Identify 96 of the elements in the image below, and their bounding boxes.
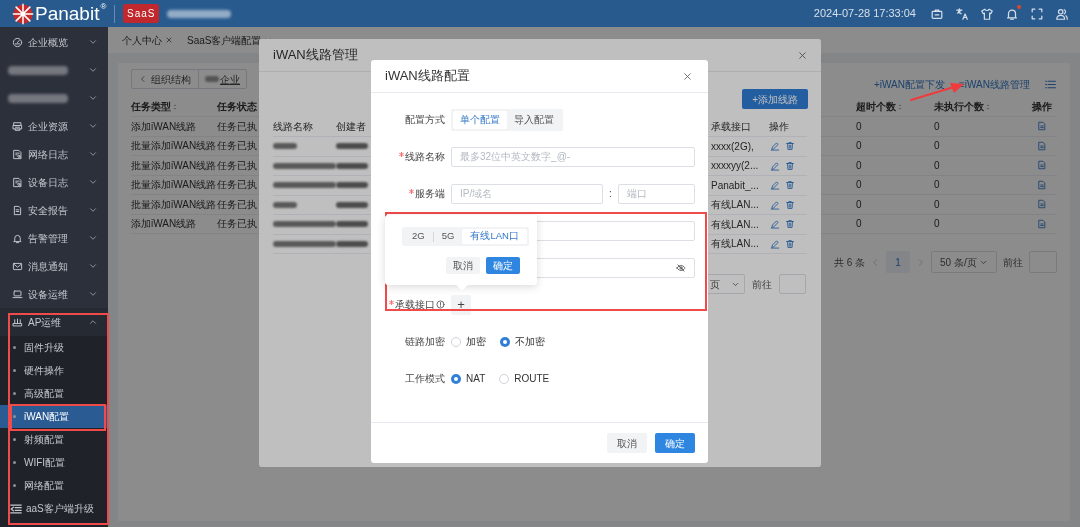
table-cell-text: 0 <box>856 119 863 134</box>
table-cell-text: 0 <box>856 178 863 193</box>
segmented-control[interactable]: 单个配置 导入配置 <box>451 108 563 131</box>
submenu-item[interactable]: 射频配置 <box>24 432 64 447</box>
date-time: 2024-07-28 17:33:04 <box>813 6 916 22</box>
radio-option[interactable]: 加密 <box>451 334 486 349</box>
sidebar-item[interactable]: 设备日志 <box>0 168 108 196</box>
radio-option[interactable]: ROUTE <box>499 371 550 386</box>
back-button[interactable]: 组织结构 <box>132 70 199 88</box>
column-header: 承载接口 <box>711 121 751 132</box>
submenu-item[interactable]: WIFI配置 <box>24 455 66 470</box>
table-cell-text: 0 <box>934 158 941 173</box>
segment-option[interactable]: 5G <box>433 229 463 244</box>
field-label: 配置方式 <box>405 113 445 127</box>
confirm-button[interactable]: 确定 <box>486 257 520 274</box>
cancel-button[interactable]: 取消 <box>607 433 647 453</box>
column-header: 超时个数 <box>856 100 896 114</box>
goto-label: 前往 <box>752 277 772 292</box>
column-header: 操作 <box>769 121 789 132</box>
table-cell-text: 0 <box>856 139 863 154</box>
tab[interactable]: SaaS客户端配置 <box>187 32 273 48</box>
table-cell-text: 0 <box>856 158 863 173</box>
table-cell-text: 0 <box>856 217 863 232</box>
port-input[interactable]: 端口 <box>618 183 695 204</box>
host-input[interactable]: IP/域名 <box>451 183 603 204</box>
sidebar-item[interactable]: 告警管理 <box>0 224 108 252</box>
sidebar-item[interactable]: 安全报告 <box>0 196 108 224</box>
goto-label: 前往 <box>1003 255 1023 270</box>
table-cell-text: 批量添加iWAN线路 <box>131 158 217 173</box>
field-label: 工作模式 <box>405 372 445 386</box>
column-header: 操作 <box>1032 100 1052 114</box>
submenu-item[interactable]: 高级配置 <box>24 386 64 401</box>
table-cell-text: 任务已执 <box>217 119 257 134</box>
logo-text: Panabit <box>35 4 100 23</box>
dialog-title: iWAN线路管理 <box>273 46 358 65</box>
table-cell-text: 有线LAN... <box>711 198 760 213</box>
table-cell-text: 任务已执 <box>217 158 257 173</box>
field-label: 服务端 <box>415 187 445 201</box>
submenu-item[interactable]: 网络配置 <box>24 478 64 493</box>
cancel-button[interactable]: 取消 <box>446 257 480 274</box>
segment-option[interactable]: 有线LAN口 <box>462 229 527 244</box>
sidebar-item[interactable]: 设备运维 <box>0 280 108 308</box>
saas-badge: SaaS <box>123 4 160 23</box>
sidebar-item[interactable]: 网络日志 <box>0 140 108 168</box>
breadcrumb-current: 企业 <box>220 72 240 87</box>
submenu-item[interactable]: aaS客户端升级 <box>26 501 94 516</box>
column-header: 未执行个数 <box>934 100 984 114</box>
table-cell-text: Panabit_... <box>711 178 760 193</box>
submenu-item[interactable]: 硬件操作 <box>24 363 64 378</box>
add-line-button[interactable]: +添加线路 <box>742 89 808 109</box>
segmented-control[interactable]: 2G 5G 有线LAN口 <box>402 227 529 246</box>
table-cell-text: 添加iWAN线路 <box>131 119 198 134</box>
column-header: 线路名称 <box>273 121 313 132</box>
field-label: 线路名称 <box>405 150 445 164</box>
table-cell-text: xxxxyy(2... <box>711 159 760 174</box>
sidebar-item[interactable]: AP运维 <box>0 308 108 336</box>
sidebar-item[interactable]: 消息通知 <box>0 252 108 280</box>
column-header: 任务状态 <box>217 100 257 114</box>
field-label: 承载接口 <box>395 298 435 312</box>
confirm-button[interactable]: 确定 <box>655 433 695 453</box>
table-cell-text: 0 <box>934 119 941 134</box>
segment-option[interactable]: 2G <box>404 229 433 244</box>
submenu-item[interactable]: 固件升级 <box>24 340 64 355</box>
separator-colon: : <box>608 187 613 201</box>
table-cell-text: 批量添加iWAN线路 <box>131 197 217 212</box>
dialog-title: iWAN线路配置 <box>385 67 470 86</box>
table-cell-text: 0 <box>934 139 941 154</box>
table-cell-text: 0 <box>856 197 863 212</box>
table-cell-text: 批量添加iWAN线路 <box>131 178 217 193</box>
column-header: 创建者 <box>336 121 366 132</box>
table-cell-text: 0 <box>934 217 941 232</box>
sidebar-item[interactable]: 企业资源 <box>0 112 108 140</box>
table-cell-text: xxxx(2G), <box>711 139 755 154</box>
table-cell-text: 添加iWAN线路 <box>131 217 198 232</box>
registered-mark: ® <box>100 0 107 13</box>
field-label: 链路加密 <box>405 335 445 349</box>
table-cell-text: 有线LAN... <box>711 237 760 252</box>
add-button[interactable]: + <box>451 294 471 315</box>
total-count: 共 6 条 <box>833 255 865 270</box>
table-cell-text: 任务已执 <box>217 139 257 154</box>
table-cell-text: 0 <box>934 197 941 212</box>
table-cell-text: 0 <box>934 178 941 193</box>
table-cell-text: 任务已执 <box>217 178 257 193</box>
table-cell-text: 有线LAN... <box>711 217 760 232</box>
table-cell-text: 任务已执 <box>217 217 257 232</box>
text-input[interactable]: 最多32位中英文数字_@- <box>451 146 695 167</box>
table-cell-text: 批量添加iWAN线路 <box>131 139 217 154</box>
table-cell-text: 任务已执 <box>217 197 257 212</box>
tab[interactable]: 个人中心 <box>122 32 173 48</box>
page-size-select[interactable]: 50 条/页 <box>931 251 997 273</box>
segment-option[interactable]: 导入配置 <box>507 110 561 129</box>
column-header: 任务类型 <box>131 100 171 114</box>
segment-option[interactable]: 单个配置 <box>453 110 507 129</box>
radio-option[interactable]: NAT <box>451 371 486 386</box>
sidebar-item[interactable]: 企业概览 <box>0 28 108 56</box>
radio-option[interactable]: 不加密 <box>500 334 545 349</box>
